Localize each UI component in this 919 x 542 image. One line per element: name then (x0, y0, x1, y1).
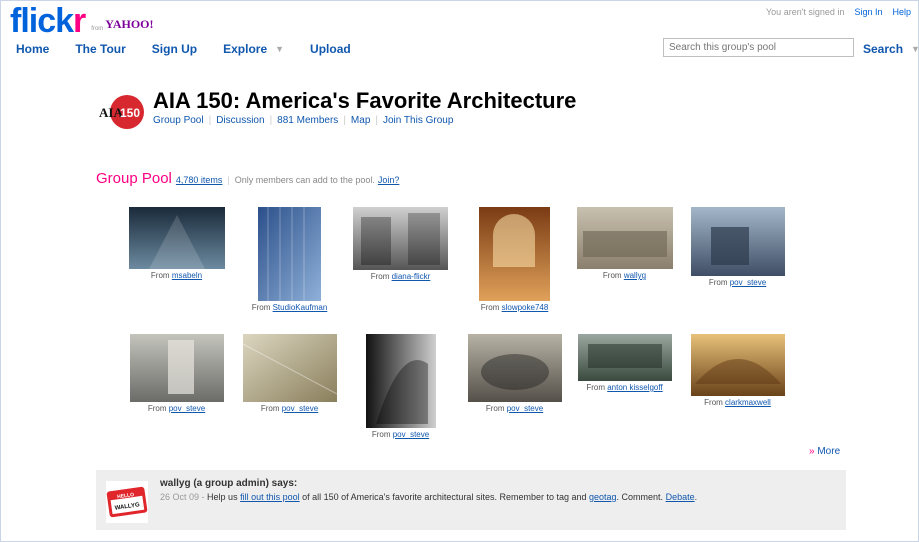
thumb-caption: From msabeln (150, 271, 203, 280)
separator: | (208, 115, 212, 126)
thumb-author-link[interactable]: wallyg (624, 271, 646, 280)
thumb-author-link[interactable]: pov_steve (730, 278, 766, 287)
separator: | (375, 115, 378, 126)
pool-thumb[interactable]: From wallyg (572, 207, 677, 280)
thumb-image[interactable] (353, 207, 448, 270)
flickr-logo[interactable]: flickr from YAHOO! (10, 2, 154, 38)
admin-note-text: 26 Oct 09 - Help us fill out this pool o… (160, 492, 698, 502)
fill-out-pool-link[interactable]: fill out this pool (240, 492, 300, 502)
pool-thumb[interactable]: From pov_steve (348, 334, 453, 439)
pool-title: Group Pool (96, 170, 172, 187)
thumb-caption: From StudioKaufman (251, 303, 328, 312)
thumb-author-link[interactable]: StudioKaufman (273, 303, 328, 312)
thumb-image[interactable] (690, 207, 785, 276)
nav-explore-label: Explore (223, 42, 268, 56)
thumb-image[interactable] (690, 334, 785, 396)
search-button[interactable]: Search ▼ (863, 42, 919, 56)
group-link-pool[interactable]: Group Pool (153, 115, 204, 126)
thumb-author-link[interactable]: clarkmaxwell (725, 398, 771, 407)
logo-from-text: from (91, 26, 104, 32)
thumb-image[interactable] (479, 207, 550, 301)
admin-note-author: wallyg (a group admin) says: (160, 478, 298, 489)
pool-count-link[interactable]: 4,780 items (176, 175, 223, 185)
flickr-wordmark: flickr (10, 2, 86, 40)
account-links: You aren't signed in Sign In Help (766, 7, 911, 17)
thumb-caption: From slowpoke748 (480, 303, 549, 312)
group-title: AIA 150: America's Favorite Architecture (153, 88, 577, 113)
geotag-link[interactable]: geotag (589, 492, 617, 502)
thumb-caption: From diana-flickr (370, 272, 431, 281)
search-input[interactable] (663, 38, 854, 57)
thumb-image[interactable] (242, 334, 337, 402)
admin-note: HELLO WALLYG wallyg (a group admin) says… (96, 470, 846, 530)
pool-thumb[interactable]: From clarkmaxwell (685, 334, 790, 407)
signin-status: You aren't signed in (766, 7, 845, 17)
thumb-caption: From wallyg (602, 271, 647, 280)
nav-sign-up[interactable]: Sign Up (152, 42, 197, 56)
pool-thumb[interactable]: From pov_steve (462, 334, 567, 413)
help-link[interactable]: Help (892, 7, 911, 17)
thumb-caption: From clarkmaxwell (704, 398, 771, 407)
pool-join-link[interactable]: Join? (378, 175, 400, 185)
thumb-author-link[interactable]: diana-flickr (392, 272, 431, 281)
thumb-caption: From pov_steve (371, 430, 430, 439)
main-nav: Home The Tour Sign Up Explore ▼ Upload (16, 42, 377, 56)
thumb-caption: From pov_steve (485, 404, 544, 413)
more-link-label[interactable]: More (817, 446, 840, 457)
pool-thumb[interactable]: From anton kisselgoff (572, 334, 677, 392)
pool-thumb[interactable]: From StudioKaufman (237, 207, 342, 312)
thumb-author-link[interactable]: slowpoke748 (502, 303, 549, 312)
nav-home[interactable]: Home (16, 42, 49, 56)
more-link[interactable]: » More (809, 446, 840, 457)
admin-avatar[interactable]: HELLO WALLYG (106, 481, 148, 523)
pool-thumb[interactable]: From slowpoke748 (462, 207, 567, 312)
yahoo-logo: YAHOO! (105, 17, 154, 31)
thumb-image[interactable] (128, 207, 225, 269)
pool-thumb[interactable]: From pov_steve (124, 334, 229, 413)
nav-explore[interactable]: Explore ▼ (223, 42, 284, 56)
aia150-logo-150: 150 (120, 106, 140, 120)
pool-thumb[interactable]: From pov_steve (237, 334, 342, 413)
chevron-down-icon[interactable]: ▼ (911, 44, 919, 54)
nav-upload[interactable]: Upload (310, 42, 351, 56)
sign-in-link[interactable]: Sign In (854, 7, 882, 17)
thumb-author-link[interactable]: pov_steve (169, 404, 205, 413)
chevron-down-icon[interactable]: ▼ (275, 44, 284, 54)
admin-note-date: 26 Oct 09 - (160, 492, 205, 502)
thumb-image[interactable] (129, 334, 224, 402)
thumb-author-link[interactable]: pov_steve (282, 404, 318, 413)
separator: | (227, 175, 230, 185)
double-chevron-right-icon: » (809, 446, 815, 457)
thumb-caption: From pov_steve (708, 278, 767, 287)
thumb-caption: From pov_steve (147, 404, 206, 413)
separator: | (343, 115, 346, 126)
pool-thumb[interactable]: From pov_steve (685, 207, 790, 287)
thumb-image[interactable] (258, 207, 321, 301)
thumb-author-link[interactable]: pov_steve (507, 404, 543, 413)
pool-header: Group Pool 4,780 items | Only members ca… (96, 170, 399, 187)
group-links: Group Pool | Discussion | 881 Members | … (153, 115, 453, 126)
pool-note: Only members can add to the pool. (234, 175, 375, 185)
group-link-members[interactable]: 881 Members (277, 115, 338, 126)
aia150-logo: AIA 150 (99, 95, 144, 129)
nav-the-tour[interactable]: The Tour (75, 42, 125, 56)
pool-thumb[interactable]: From diana-flickr (348, 207, 453, 281)
group-link-join[interactable]: Join This Group (383, 115, 453, 126)
thumb-caption: From pov_steve (260, 404, 319, 413)
thumb-author-link[interactable]: anton kisselgoff (607, 383, 662, 392)
thumb-image[interactable] (577, 334, 672, 381)
thumb-author-link[interactable]: pov_steve (393, 430, 429, 439)
group-link-discussion[interactable]: Discussion (216, 115, 264, 126)
thumb-image[interactable] (467, 334, 562, 402)
thumb-author-link[interactable]: msabeln (172, 271, 202, 280)
thumb-image[interactable] (576, 207, 673, 269)
debate-link[interactable]: Debate (666, 492, 695, 502)
group-link-map[interactable]: Map (351, 115, 370, 126)
separator: | (269, 115, 273, 126)
pool-thumb[interactable]: From msabeln (124, 207, 229, 280)
thumb-caption: From anton kisselgoff (586, 383, 663, 392)
search-button-label: Search (863, 42, 904, 56)
thumb-image[interactable] (365, 334, 436, 428)
